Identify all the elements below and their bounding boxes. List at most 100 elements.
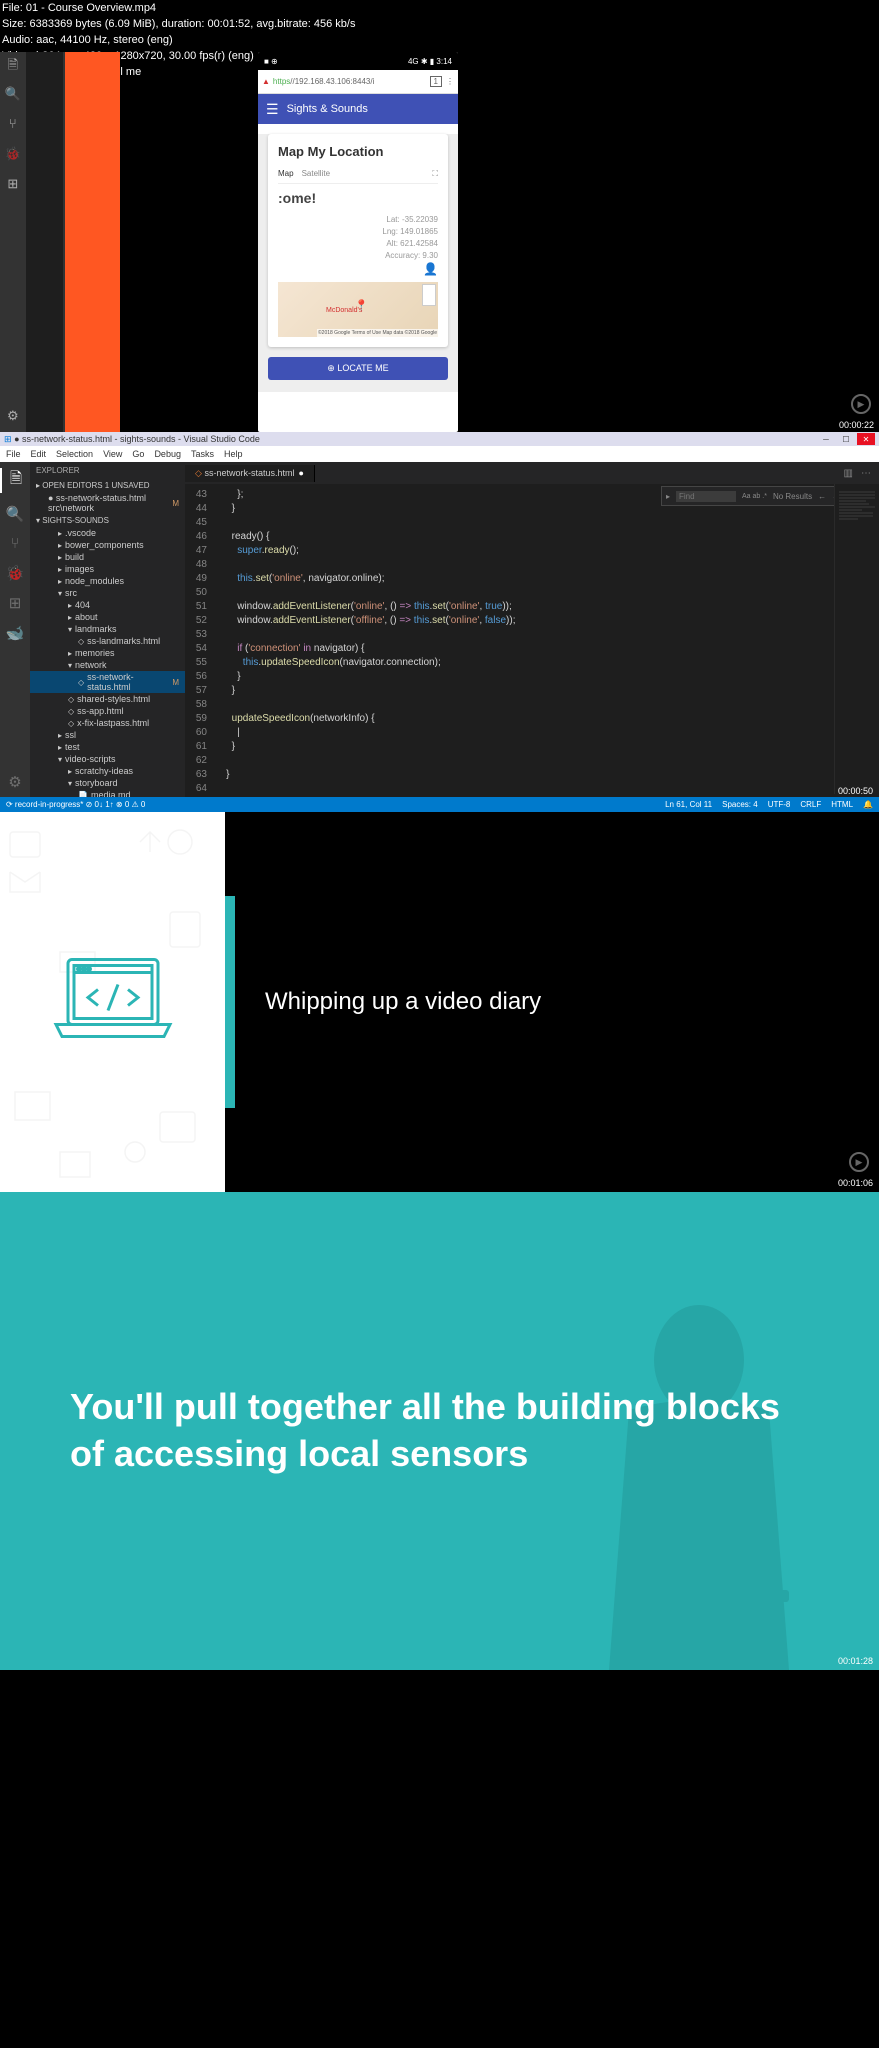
minimap[interactable] [834,484,879,794]
menu-go[interactable]: Go [132,449,144,459]
menu-edit[interactable]: Edit [31,449,47,459]
timestamp-4: 00:01:28 [838,1656,873,1666]
tree-item[interactable]: ▸ build [30,551,185,563]
gear-icon[interactable]: ⚙ [8,773,21,791]
app-bar: ☰ Sights & Sounds [258,94,458,124]
menu-icon[interactable]: ⋮ [446,77,454,86]
tree-item[interactable]: ▸ images [30,563,185,575]
welcome-text: :ome! [278,190,438,206]
menu-selection[interactable]: Selection [56,449,93,459]
tree-item[interactable]: ◇ ss-app.html [30,705,185,717]
tree-item[interactable]: ◇ ss-landmarks.html [30,635,185,647]
files-icon[interactable]: 🗎 [5,56,21,72]
docker-icon[interactable]: 🐋 [6,624,25,642]
vscode-titlebar: ⊞ ● ss-network-status.html - sights-soun… [0,432,879,446]
open-editors-header[interactable]: ▸ OPEN EDITORS 1 UNSAVED [30,479,185,492]
close-button[interactable]: ✕ [857,433,875,445]
gear-icon[interactable]: ⚙ [5,408,21,424]
more-icon[interactable]: ⋯ [861,468,871,479]
tab-satellite[interactable]: Satellite [302,169,330,179]
scm-icon[interactable]: ⑂ [5,116,21,132]
modified-dot-icon: ● [298,468,303,478]
url-text: https//192.168.43.106:8443/i [273,77,426,86]
menu-debug[interactable]: Debug [154,449,181,459]
tree-item[interactable]: ▸ .vscode [30,527,185,539]
maximize-button[interactable]: ☐ [837,433,855,445]
find-results: No Results [773,492,812,501]
video-size-line: Size: 6383369 bytes (6.09 MiB), duration… [0,16,879,32]
play-overlay-icon[interactable]: ▶ [851,394,871,414]
search-icon[interactable]: 🔍 [5,86,21,102]
lng-text: Lng: 149.01865 [278,226,438,238]
clock-text: 3:14 [436,57,452,66]
window-title: ● ss-network-status.html - sights-sounds… [14,434,260,444]
feedback-icon[interactable]: 🔔 [863,800,873,809]
tree-item[interactable]: ▾ src [30,587,185,599]
tree-item[interactable]: ◇ shared-styles.html [30,693,185,705]
activity-bar: 🗎 🔍 ⑂ 🐞 ⊞ 🐋 ⚙ [0,462,30,797]
fullscreen-icon[interactable]: ⛶ [432,169,438,179]
tab-count-icon[interactable]: 1 [430,76,442,87]
extensions-icon[interactable]: ⊞ [5,176,21,192]
project-header[interactable]: ▾ SIGHTS-SOUNDS [30,514,185,527]
app-title: Sights & Sounds [287,103,368,115]
tree-item[interactable]: ▸ memories [30,647,185,659]
split-icon[interactable]: ▥ [844,468,853,479]
tree-item[interactable]: ▸ about [30,611,185,623]
tree-item[interactable]: ▸ test [30,741,185,753]
debug-icon[interactable]: 🐞 [5,146,21,162]
editor-tabs: ◇ ss-network-status.html● ▥ ⋯ [185,462,879,484]
minimize-button[interactable]: ─ [817,433,835,445]
tree-item[interactable]: ▾ landmarks [30,623,185,635]
chevron-icon[interactable]: ▸ [666,492,670,501]
tab-map[interactable]: Map [278,169,294,179]
zoom-controls[interactable]: +− [422,284,436,306]
lat-text: Lat: -35.22039 [278,214,438,226]
map-card: Map My Location Map Satellite ⛶ :ome! La… [268,134,448,347]
panel-3-slide: Whipping up a video diary ▶ 00:01:06 [0,812,879,1192]
open-editor-item[interactable]: ● ss-network-status.html src\networkM [30,492,185,514]
tree-item[interactable]: ▸ ssl [30,729,185,741]
slide-right: Whipping up a video diary ▶ 00:01:06 [225,812,879,1192]
search-icon[interactable]: 🔍 [6,505,25,523]
slide-title: Whipping up a video diary [265,988,541,1016]
menu-file[interactable]: File [6,449,21,459]
tree-item[interactable]: ▾ storyboard [30,777,185,789]
tree-item[interactable]: ◇ ss-network-status.htmlM [30,671,185,693]
tree-item[interactable]: ▸ scratchy-ideas [30,765,185,777]
play-overlay-icon[interactable]: ▶ [849,1152,869,1172]
cursor-pos[interactable]: Ln 61, Col 11 [665,800,712,809]
locate-button[interactable]: ⊕ LOCATE ME [268,357,448,380]
tree-item[interactable]: ▸ bower_components [30,539,185,551]
scm-icon[interactable]: ⑂ [10,535,19,552]
editor-partial [26,52,65,432]
menu-help[interactable]: Help [224,449,243,459]
tree-item[interactable]: 📄 media.md [30,789,185,797]
extensions-icon[interactable]: ⊞ [9,594,22,612]
indent-info[interactable]: Spaces: 4 [722,800,758,809]
editor-tab[interactable]: ◇ ss-network-status.html● [185,465,315,482]
tree-item[interactable]: ▸ node_modules [30,575,185,587]
status-left[interactable]: ⟳ record-in-progress* ⊘ 0↓ 1↑ ⊗ 0 ⚠ 0 [6,800,145,809]
explorer-icon[interactable]: 🗎 [0,468,30,493]
debug-icon[interactable]: 🐞 [6,564,25,582]
hamburger-icon[interactable]: ☰ [266,101,279,118]
alt-text: Alt: 621.42584 [278,238,438,250]
find-input[interactable] [676,491,736,502]
menu-view[interactable]: View [103,449,122,459]
tree-item[interactable]: ▸ 404 [30,599,185,611]
prev-match-icon[interactable]: ← [818,492,826,501]
video-file-line: File: 01 - Course Overview.mp4 [0,0,879,16]
browser-urlbar[interactable]: ▲ https//192.168.43.106:8443/i 1 ⋮ [258,70,458,94]
encoding-info[interactable]: UTF-8 [768,800,791,809]
panel-1-phone-preview: File: 01 - Course Overview.mp4 Size: 638… [0,0,879,432]
menu-tasks[interactable]: Tasks [191,449,214,459]
map-image[interactable]: +− 📍 McDonald's ©2018 Google Terms of Us… [278,282,438,337]
tree-item[interactable]: ◇ x-fix-lastpass.html [30,717,185,729]
panel-4-slide: You'll pull together all the building bl… [0,1192,879,1670]
laptop-icon [48,955,178,1050]
lang-info[interactable]: HTML [831,800,853,809]
tree-item[interactable]: ▾ network [30,659,185,671]
eol-info[interactable]: CRLF [800,800,821,809]
tree-item[interactable]: ▾ video-scripts [30,753,185,765]
